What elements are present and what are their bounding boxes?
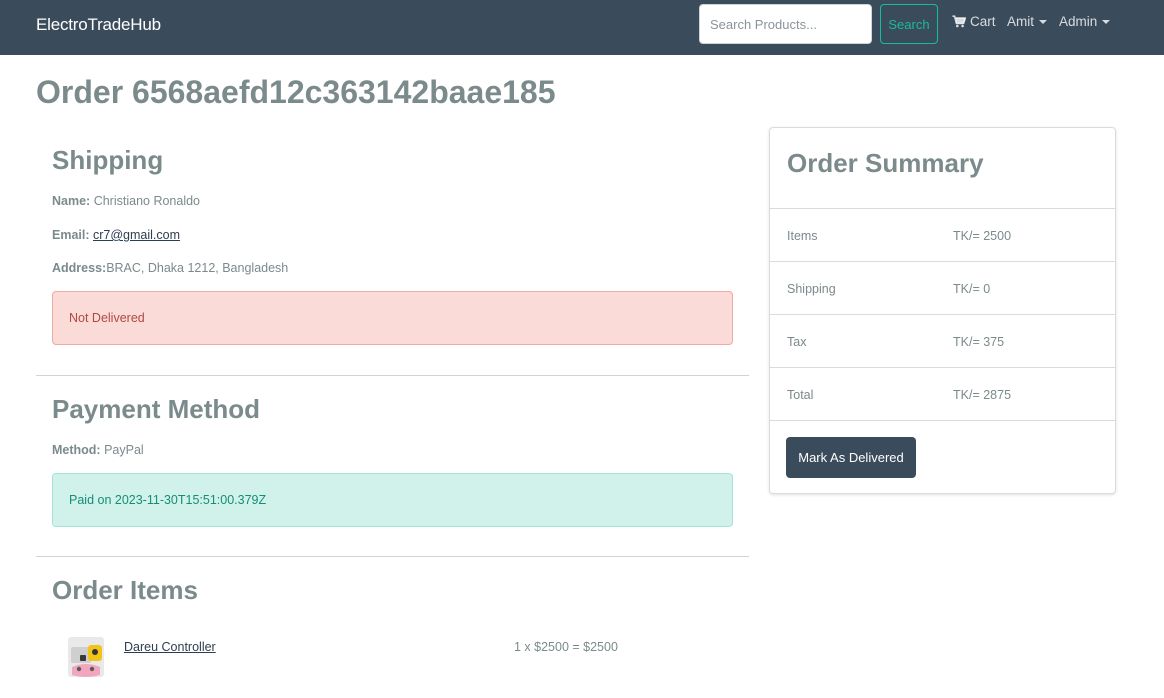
shipping-address-value: BRAC, Dhaka 1212, Bangladesh: [106, 261, 289, 275]
shipping-name-value: Christiano Ronaldo: [93, 194, 201, 208]
shipping-address-label: Address:: [52, 261, 107, 275]
summary-divider: [770, 367, 1115, 368]
search-input[interactable]: [699, 4, 872, 44]
shopping-cart-icon: [952, 15, 966, 28]
order-summary-heading: Order Summary: [787, 148, 984, 178]
shipping-heading: Shipping: [52, 145, 164, 175]
summary-shipping-value: TK/= 0: [953, 282, 991, 296]
summary-items-label: Items: [787, 229, 818, 243]
payment-method: Method: PayPal: [52, 443, 144, 457]
user-menu-label: Amit: [1007, 14, 1034, 29]
admin-menu-dropdown[interactable]: Admin: [1059, 14, 1111, 29]
shipping-email: Email: cr7@gmail.com: [52, 228, 180, 242]
section-divider: [36, 556, 749, 557]
shipping-email-label: Email:: [52, 228, 90, 242]
payment-status-alert: Paid on 2023-11-30T15:51:00.379Z: [52, 473, 733, 527]
payment-method-value: PayPal: [104, 443, 144, 457]
brand-logo[interactable]: ElectroTradeHub: [36, 15, 161, 35]
summary-divider: [770, 420, 1115, 421]
caret-down-icon: [1102, 20, 1111, 24]
search-button[interactable]: Search: [880, 4, 938, 44]
summary-divider: [770, 208, 1115, 209]
section-divider: [36, 375, 749, 376]
summary-items-value: TK/= 2500: [953, 229, 1012, 243]
caret-down-icon: [1039, 20, 1047, 24]
admin-menu-label: Admin: [1059, 14, 1098, 29]
payment-status-text: Paid on 2023-11-30T15:51:00.379Z: [69, 493, 267, 507]
summary-divider: [770, 314, 1115, 315]
summary-tax-value: TK/= 375: [953, 335, 1005, 349]
payment-heading: Payment Method: [52, 394, 261, 424]
delivery-status-text: Not Delivered: [69, 311, 145, 325]
summary-total-label: Total: [787, 388, 814, 402]
order-summary-card: Order Summary Items TK/= 2500 Shipping T…: [769, 127, 1116, 494]
shipping-email-link[interactable]: cr7@gmail.com: [93, 228, 180, 242]
summary-tax-label: Tax: [787, 335, 807, 349]
navbar: ElectroTradeHub Search Cart Amit Admin: [0, 0, 1164, 55]
order-item-price: 1 x $2500 = $2500: [514, 640, 618, 654]
summary-divider: [770, 261, 1115, 262]
shipping-name-label: Name:: [52, 194, 91, 208]
order-items-heading: Order Items: [52, 575, 198, 605]
payment-method-label: Method:: [52, 443, 101, 457]
mark-as-delivered-button[interactable]: Mark As Delivered: [786, 437, 916, 478]
nav-cart-label: Cart: [970, 14, 996, 29]
delivery-status-alert: Not Delivered: [52, 291, 733, 345]
summary-shipping-label: Shipping: [787, 282, 836, 296]
page-title: Order 6568aefd12c363142baae185: [36, 74, 556, 110]
shipping-name: Name: Christiano Ronaldo: [52, 194, 200, 208]
summary-total-value: TK/= 2875: [953, 388, 1012, 402]
shipping-address: Address:BRAC, Dhaka 1212, Bangladesh: [52, 261, 288, 275]
order-item-name[interactable]: Dareu Controller: [124, 640, 216, 654]
product-thumbnail: [68, 637, 104, 677]
user-menu-dropdown[interactable]: Amit: [1007, 14, 1047, 29]
nav-cart-link[interactable]: Cart: [952, 14, 996, 29]
